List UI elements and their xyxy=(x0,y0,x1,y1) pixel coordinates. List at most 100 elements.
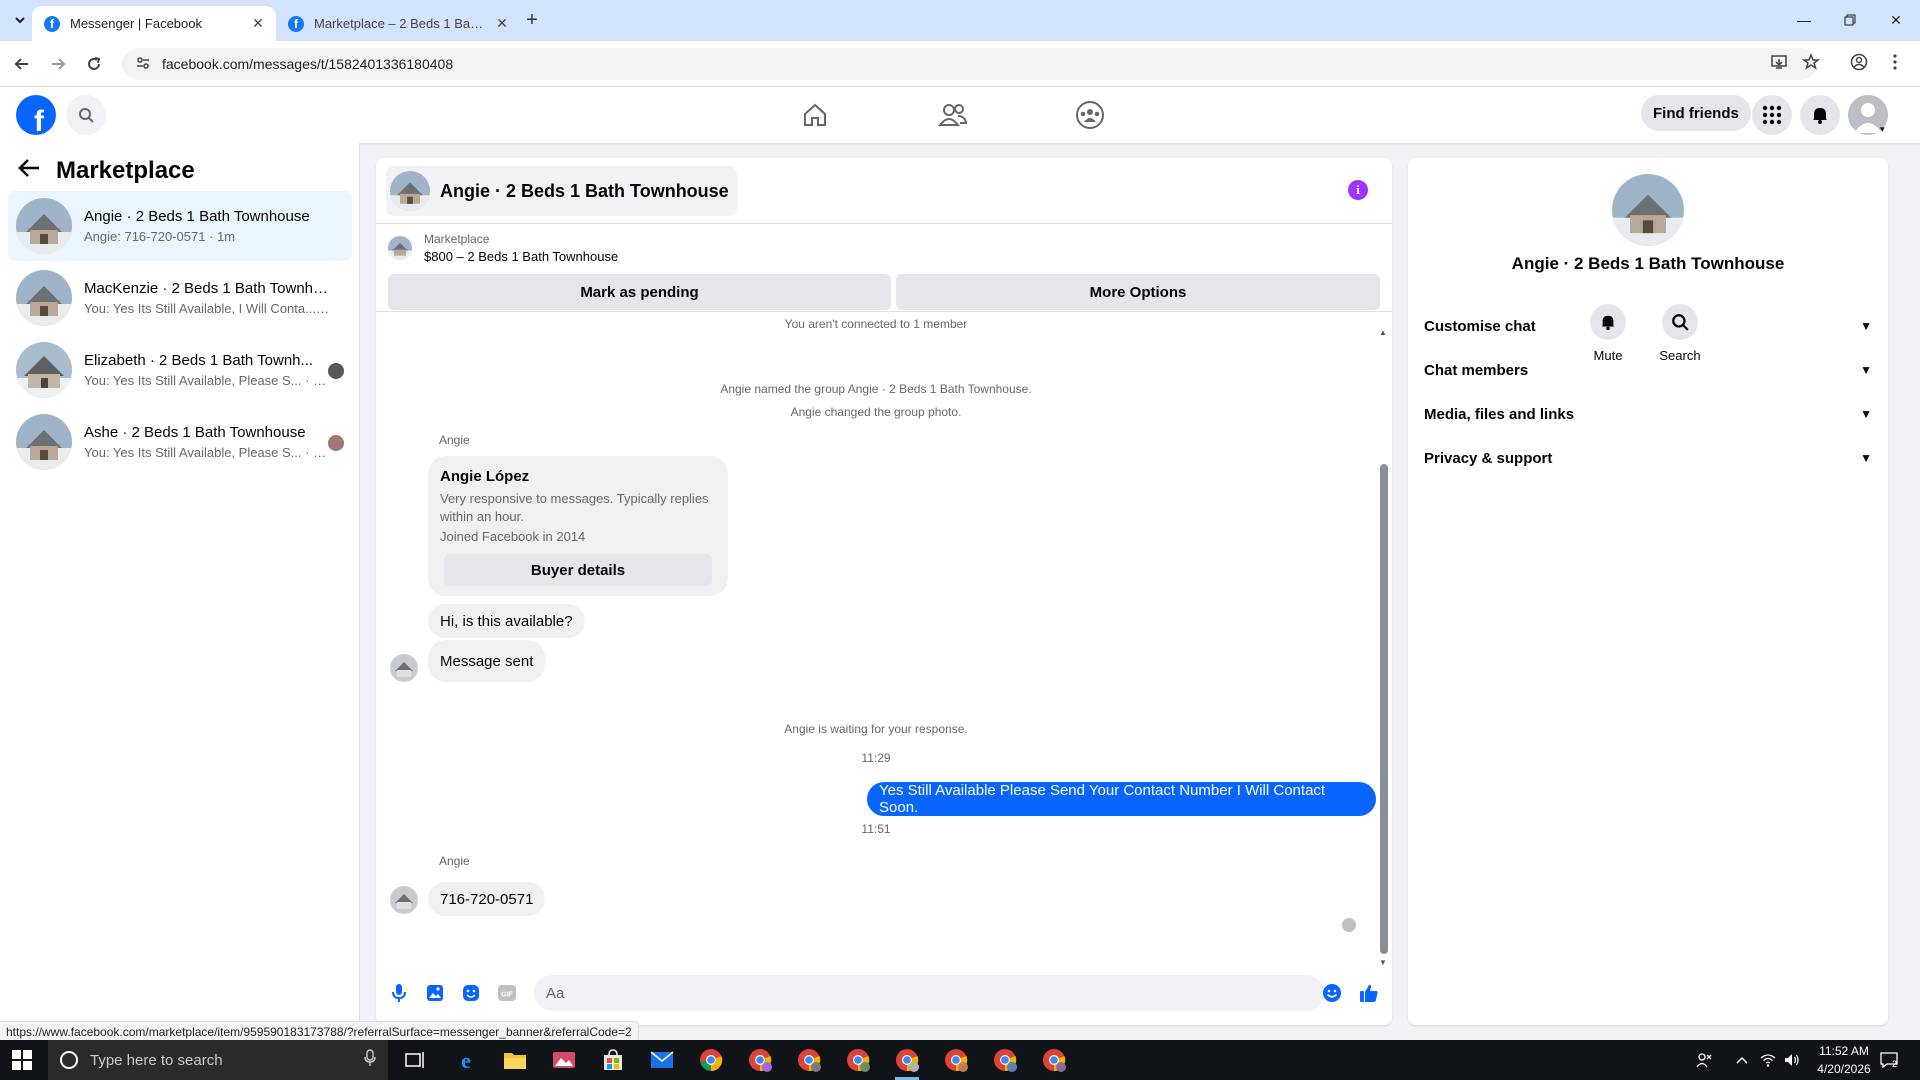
address-bar[interactable]: facebook.com/messages/t/1582401336180408 xyxy=(122,48,1817,80)
restore-button[interactable] xyxy=(1830,6,1870,34)
mark-as-pending-button[interactable]: Mark as pending xyxy=(388,274,891,310)
network-icon[interactable] xyxy=(1760,1040,1776,1080)
conversation-item-elizabeth[interactable]: Elizabeth · 2 Beds 1 Bath Townh... You: … xyxy=(8,335,352,405)
conversation-item-ashe[interactable]: Ashe · 2 Beds 1 Bath Townhouse You: Yes … xyxy=(8,407,352,477)
menu-button[interactable] xyxy=(1752,95,1792,135)
emoji-icon[interactable] xyxy=(1321,982,1343,1004)
forward-button[interactable] xyxy=(46,52,70,76)
minimize-button[interactable]: — xyxy=(1784,6,1824,34)
section-customise-chat[interactable]: Customise chat ▼ xyxy=(1424,308,1872,344)
sticker-icon[interactable] xyxy=(460,982,482,1004)
chrome-profile-icon[interactable] xyxy=(942,1046,970,1074)
chrome-profile-icon[interactable] xyxy=(893,1046,921,1080)
volume-icon[interactable] xyxy=(1784,1040,1800,1080)
thumbs-up-icon[interactable] xyxy=(1358,982,1380,1004)
people-icon[interactable] xyxy=(1696,1040,1712,1080)
chrome-profile-icon[interactable] xyxy=(795,1046,823,1074)
close-window-button[interactable]: ✕ xyxy=(1876,6,1916,34)
friends-icon xyxy=(938,104,968,126)
groups-nav-button[interactable] xyxy=(1070,95,1110,135)
windows-start-button[interactable] xyxy=(12,1050,32,1070)
section-privacy-support[interactable]: Privacy & support ▼ xyxy=(1424,440,1872,476)
home-nav-button[interactable] xyxy=(795,95,835,135)
scroll-down-icon[interactable]: ▼ xyxy=(1379,958,1387,967)
chrome-profile-icon[interactable] xyxy=(1040,1046,1068,1074)
message-input[interactable]: Aa xyxy=(534,975,1324,1011)
message-bubble-incoming: 716-720-0571 xyxy=(428,882,546,916)
sender-name: Angie xyxy=(439,854,470,868)
notifications-button[interactable] xyxy=(1800,95,1840,135)
reload-button[interactable] xyxy=(82,52,106,76)
find-friends-button[interactable]: Find friends xyxy=(1641,95,1751,131)
house-thumbnail xyxy=(16,414,72,470)
profile-icon[interactable] xyxy=(1850,53,1868,76)
marketplace-listing-bar: Marketplace $800 – 2 Beds 1 Bath Townhou… xyxy=(376,224,1392,312)
section-media-files-links[interactable]: Media, files and links ▼ xyxy=(1424,396,1872,432)
more-options-button[interactable]: More Options xyxy=(896,274,1380,310)
edge-icon[interactable]: e xyxy=(452,1046,480,1074)
chrome-profile-icon[interactable] xyxy=(991,1046,1019,1074)
taskbar-clock[interactable]: 11:52 AM 4/20/2026 xyxy=(1804,1042,1884,1078)
scrollbar-thumb[interactable] xyxy=(1380,464,1388,954)
chrome-profile-icon[interactable] xyxy=(844,1046,872,1074)
bookmark-star-icon[interactable] xyxy=(1801,52,1821,76)
notification-center-button[interactable]: 2 xyxy=(1880,1040,1898,1080)
microphone-icon[interactable] xyxy=(364,1049,376,1071)
close-tab-icon[interactable]: ✕ xyxy=(494,15,510,32)
search-button[interactable] xyxy=(66,95,106,135)
account-chevron-icon[interactable]: ▾ xyxy=(1880,124,1885,135)
windows-taskbar: Type here to search e 11:52 AM 4/20/2026… xyxy=(0,1040,1920,1080)
conversation-item-mackenzie[interactable]: MacKenzie · 2 Beds 1 Bath Townho... You:… xyxy=(8,263,352,333)
photo-icon[interactable] xyxy=(424,982,446,1004)
voice-clip-icon[interactable] xyxy=(388,982,410,1004)
conversation-preview: You: Yes Its Still Available, Please S..… xyxy=(84,445,329,460)
house-thumbnail xyxy=(16,342,72,398)
tab-search-button[interactable] xyxy=(8,8,32,32)
store-icon[interactable] xyxy=(599,1046,627,1074)
section-label: Customise chat xyxy=(1424,317,1536,335)
chrome-icon[interactable] xyxy=(697,1046,725,1074)
facebook-top-bar: f Find friends ▾ xyxy=(0,87,1920,143)
show-hidden-icons-chevron[interactable] xyxy=(1736,1040,1748,1080)
conversation-name: Ashe · 2 Beds 1 Bath Townhouse xyxy=(84,424,306,441)
notification-count: 2 xyxy=(1892,1059,1898,1069)
back-arrow-icon[interactable] xyxy=(18,158,40,184)
new-tab-button[interactable]: + xyxy=(520,9,544,32)
file-explorer-icon[interactable] xyxy=(501,1046,529,1074)
chevron-down-icon: ▼ xyxy=(1860,407,1872,421)
chat-scrollbar[interactable]: ▲ ▼ xyxy=(1378,328,1388,968)
message-bubble-incoming: Hi, is this available? xyxy=(428,604,585,638)
mail-icon[interactable] xyxy=(648,1046,676,1074)
chat-title-button[interactable]: Angie · 2 Beds 1 Bath Townhouse xyxy=(386,166,737,216)
facebook-logo[interactable]: f xyxy=(16,95,56,135)
photo-app-icon[interactable] xyxy=(550,1046,578,1074)
conversation-item-angie[interactable]: Angie · 2 Beds 1 Bath Townhouse Angie: 7… xyxy=(8,191,352,261)
install-app-icon[interactable] xyxy=(1770,53,1788,76)
tab-marketplace[interactable]: f Marketplace – 2 Beds 1 Bath To ✕ xyxy=(276,6,520,41)
search-icon xyxy=(79,108,94,123)
chrome-profile-icon[interactable] xyxy=(746,1046,774,1074)
site-info-icon[interactable] xyxy=(136,56,150,73)
seen-avatar xyxy=(328,363,344,379)
taskbar-search-placeholder: Type here to search xyxy=(90,1051,223,1069)
gif-icon[interactable]: GIF xyxy=(496,982,518,1004)
more-menu-icon[interactable] xyxy=(1892,53,1898,76)
friends-nav-button[interactable] xyxy=(933,95,973,135)
svg-text:e: e xyxy=(461,1048,471,1072)
section-chat-members[interactable]: Chat members ▼ xyxy=(1424,352,1872,388)
scroll-up-icon[interactable]: ▲ xyxy=(1379,328,1387,337)
system-message: Angie named the group Angie · 2 Beds 1 B… xyxy=(720,382,1032,396)
close-tab-icon[interactable]: ✕ xyxy=(250,15,266,32)
browser-tab-bar: f Messenger | Facebook ✕ f Marketplace –… xyxy=(0,0,1920,41)
group-photo[interactable] xyxy=(1612,174,1684,246)
info-icon[interactable]: i xyxy=(1348,180,1368,200)
back-button[interactable] xyxy=(10,52,34,76)
taskbar-search-box[interactable]: Type here to search xyxy=(48,1040,388,1080)
tab-title: Marketplace – 2 Beds 1 Bath To xyxy=(314,16,484,31)
task-view-icon[interactable] xyxy=(402,1046,430,1074)
tab-messenger[interactable]: f Messenger | Facebook ✕ xyxy=(32,6,276,41)
listing-title-link[interactable]: $800 – 2 Beds 1 Bath Townhouse xyxy=(424,249,618,264)
buyer-details-button[interactable]: Buyer details xyxy=(444,554,712,586)
message-bubble-incoming: Message sent xyxy=(428,640,546,682)
message-input-placeholder: Aa xyxy=(546,984,565,1002)
